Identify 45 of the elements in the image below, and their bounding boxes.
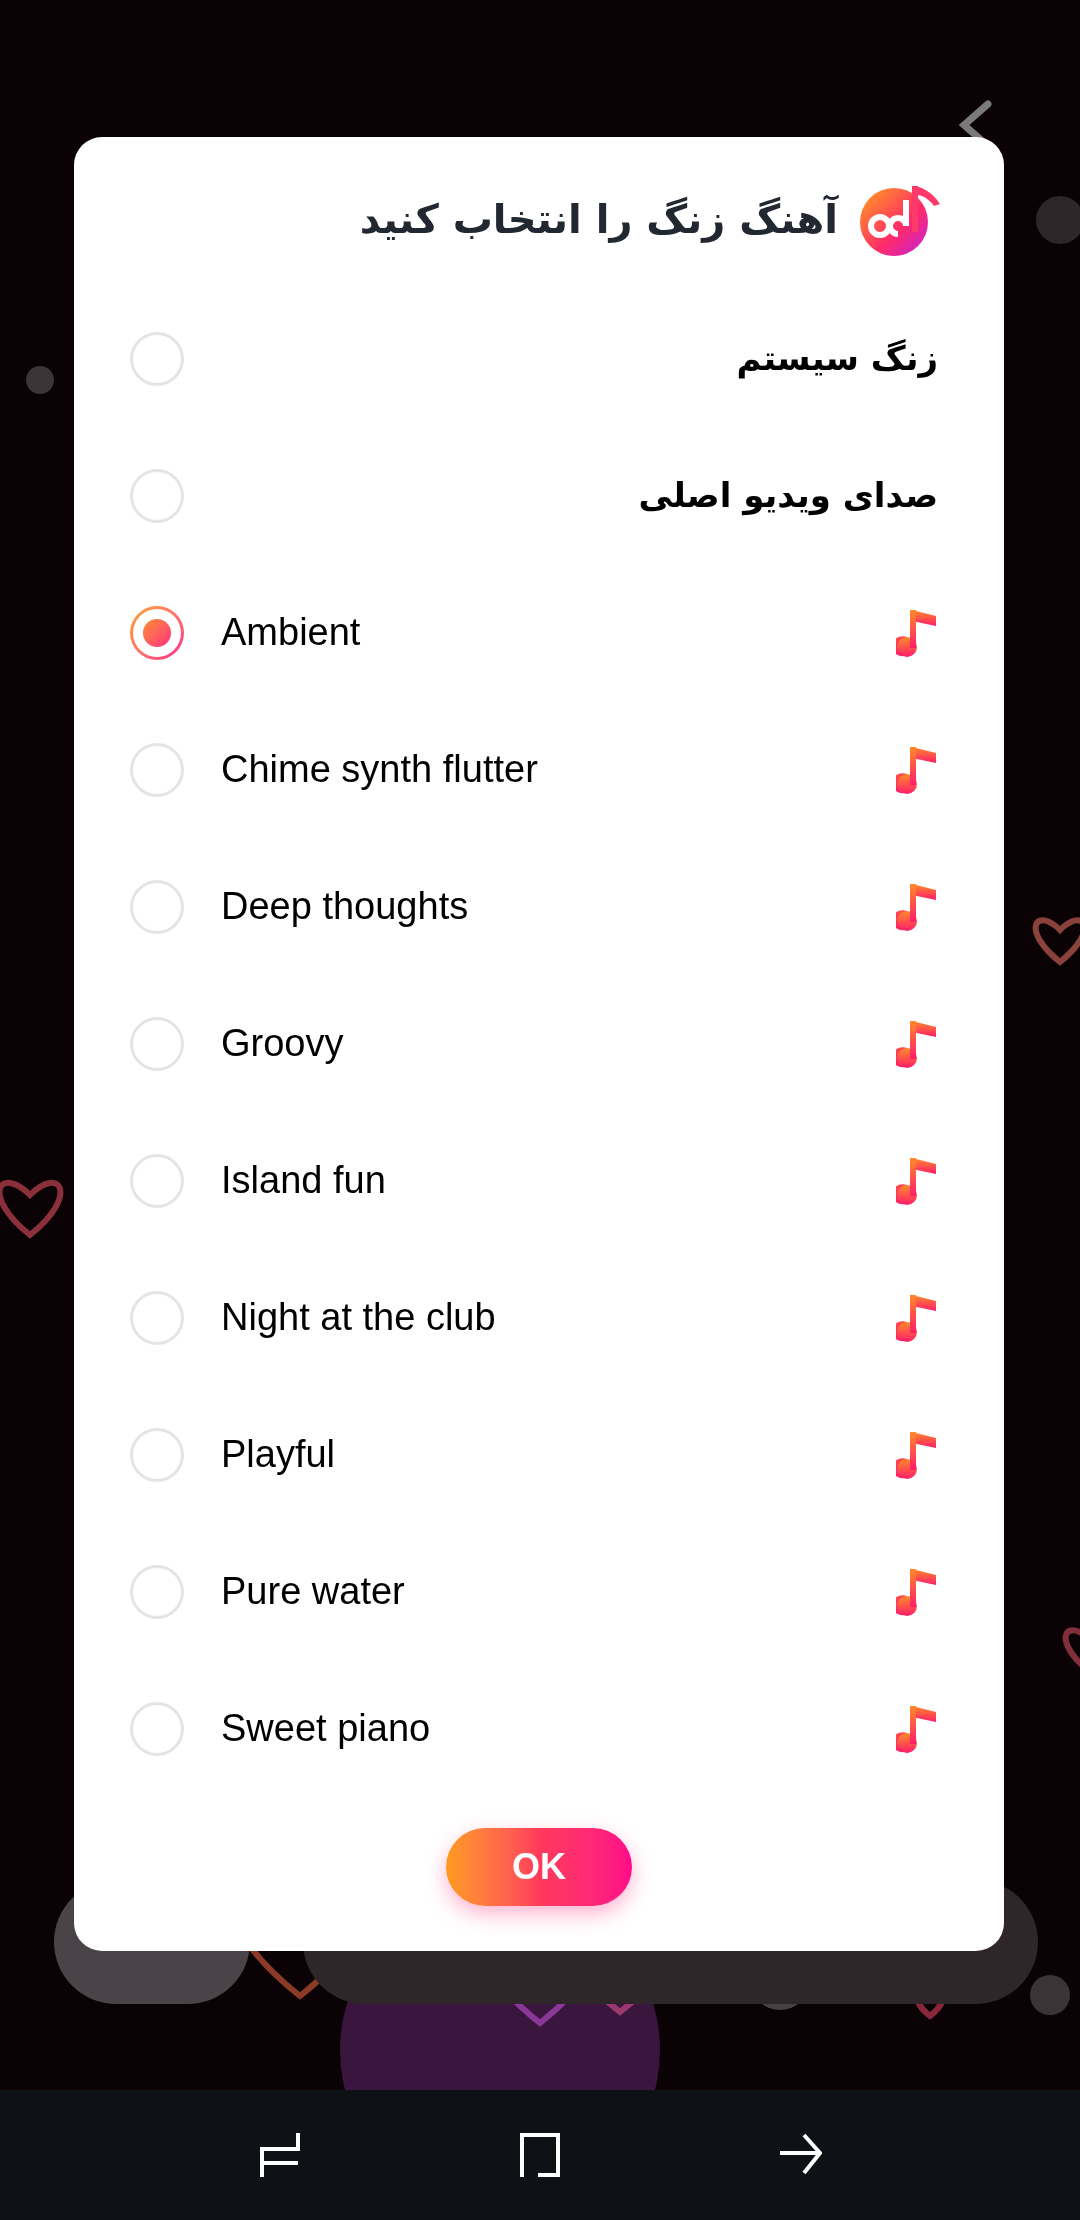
ringtone-option[interactable]: Ambient — [74, 564, 1004, 701]
ringtone-option[interactable]: Sweet piano — [74, 1660, 1004, 1797]
radio-button[interactable] — [130, 468, 184, 523]
radio-button[interactable] — [130, 331, 184, 386]
option-label: Night at the club — [221, 1295, 497, 1340]
radio-button[interactable] — [130, 1016, 184, 1071]
ringtone-option[interactable]: زنگ سیستم — [74, 290, 1004, 427]
radio-button[interactable] — [130, 879, 184, 934]
option-label: Playful — [221, 1432, 337, 1477]
music-note-icon[interactable] — [896, 744, 938, 795]
music-note-icon[interactable] — [896, 881, 938, 932]
music-note-icon[interactable] — [896, 1292, 938, 1343]
ringtone-option[interactable]: Pure water — [74, 1523, 1004, 1660]
ringtone-option[interactable]: Night at the club — [74, 1249, 1004, 1386]
music-note-icon[interactable] — [896, 1566, 938, 1617]
option-label: Chime synth flutter — [221, 747, 539, 792]
option-label: Pure water — [221, 1569, 406, 1614]
ringtone-option[interactable]: Deep thoughts — [74, 838, 1004, 975]
option-label: Island fun — [221, 1158, 387, 1203]
music-note-icon[interactable] — [896, 1703, 938, 1754]
ringtone-option[interactable]: Playful — [74, 1386, 1004, 1523]
option-label: زنگ سیستم — [735, 337, 938, 381]
ringtone-option[interactable]: صدای ویدیو اصلی — [74, 427, 1004, 564]
music-note-icon[interactable] — [896, 1018, 938, 1069]
radio-button[interactable] — [130, 742, 184, 797]
recent-apps-icon[interactable] — [258, 2131, 302, 2179]
option-label: Ambient — [221, 610, 362, 655]
music-note-icon[interactable] — [896, 607, 938, 658]
radio-button[interactable] — [130, 1153, 184, 1208]
radio-button[interactable] — [130, 1564, 184, 1619]
dialog-title: آهنگ زنگ را انتخاب کنید — [359, 193, 838, 245]
ringtone-option[interactable]: Island fun — [74, 1112, 1004, 1249]
radio-button[interactable] — [130, 1290, 184, 1345]
radio-button[interactable] — [130, 605, 184, 660]
music-note-icon[interactable] — [896, 1155, 938, 1206]
option-label: Deep thoughts — [221, 884, 470, 929]
radio-button[interactable] — [130, 1427, 184, 1482]
option-label: Sweet piano — [221, 1706, 432, 1751]
option-label: صدای ویدیو اصلی — [637, 474, 938, 518]
music-note-icon[interactable] — [896, 1429, 938, 1480]
home-icon[interactable] — [518, 2131, 562, 2179]
radio-button[interactable] — [130, 1701, 184, 1756]
ringtone-option[interactable]: Groovy — [74, 975, 1004, 1112]
ringtone-option[interactable]: Chime synth flutter — [74, 701, 1004, 838]
option-label: Groovy — [221, 1021, 345, 1066]
